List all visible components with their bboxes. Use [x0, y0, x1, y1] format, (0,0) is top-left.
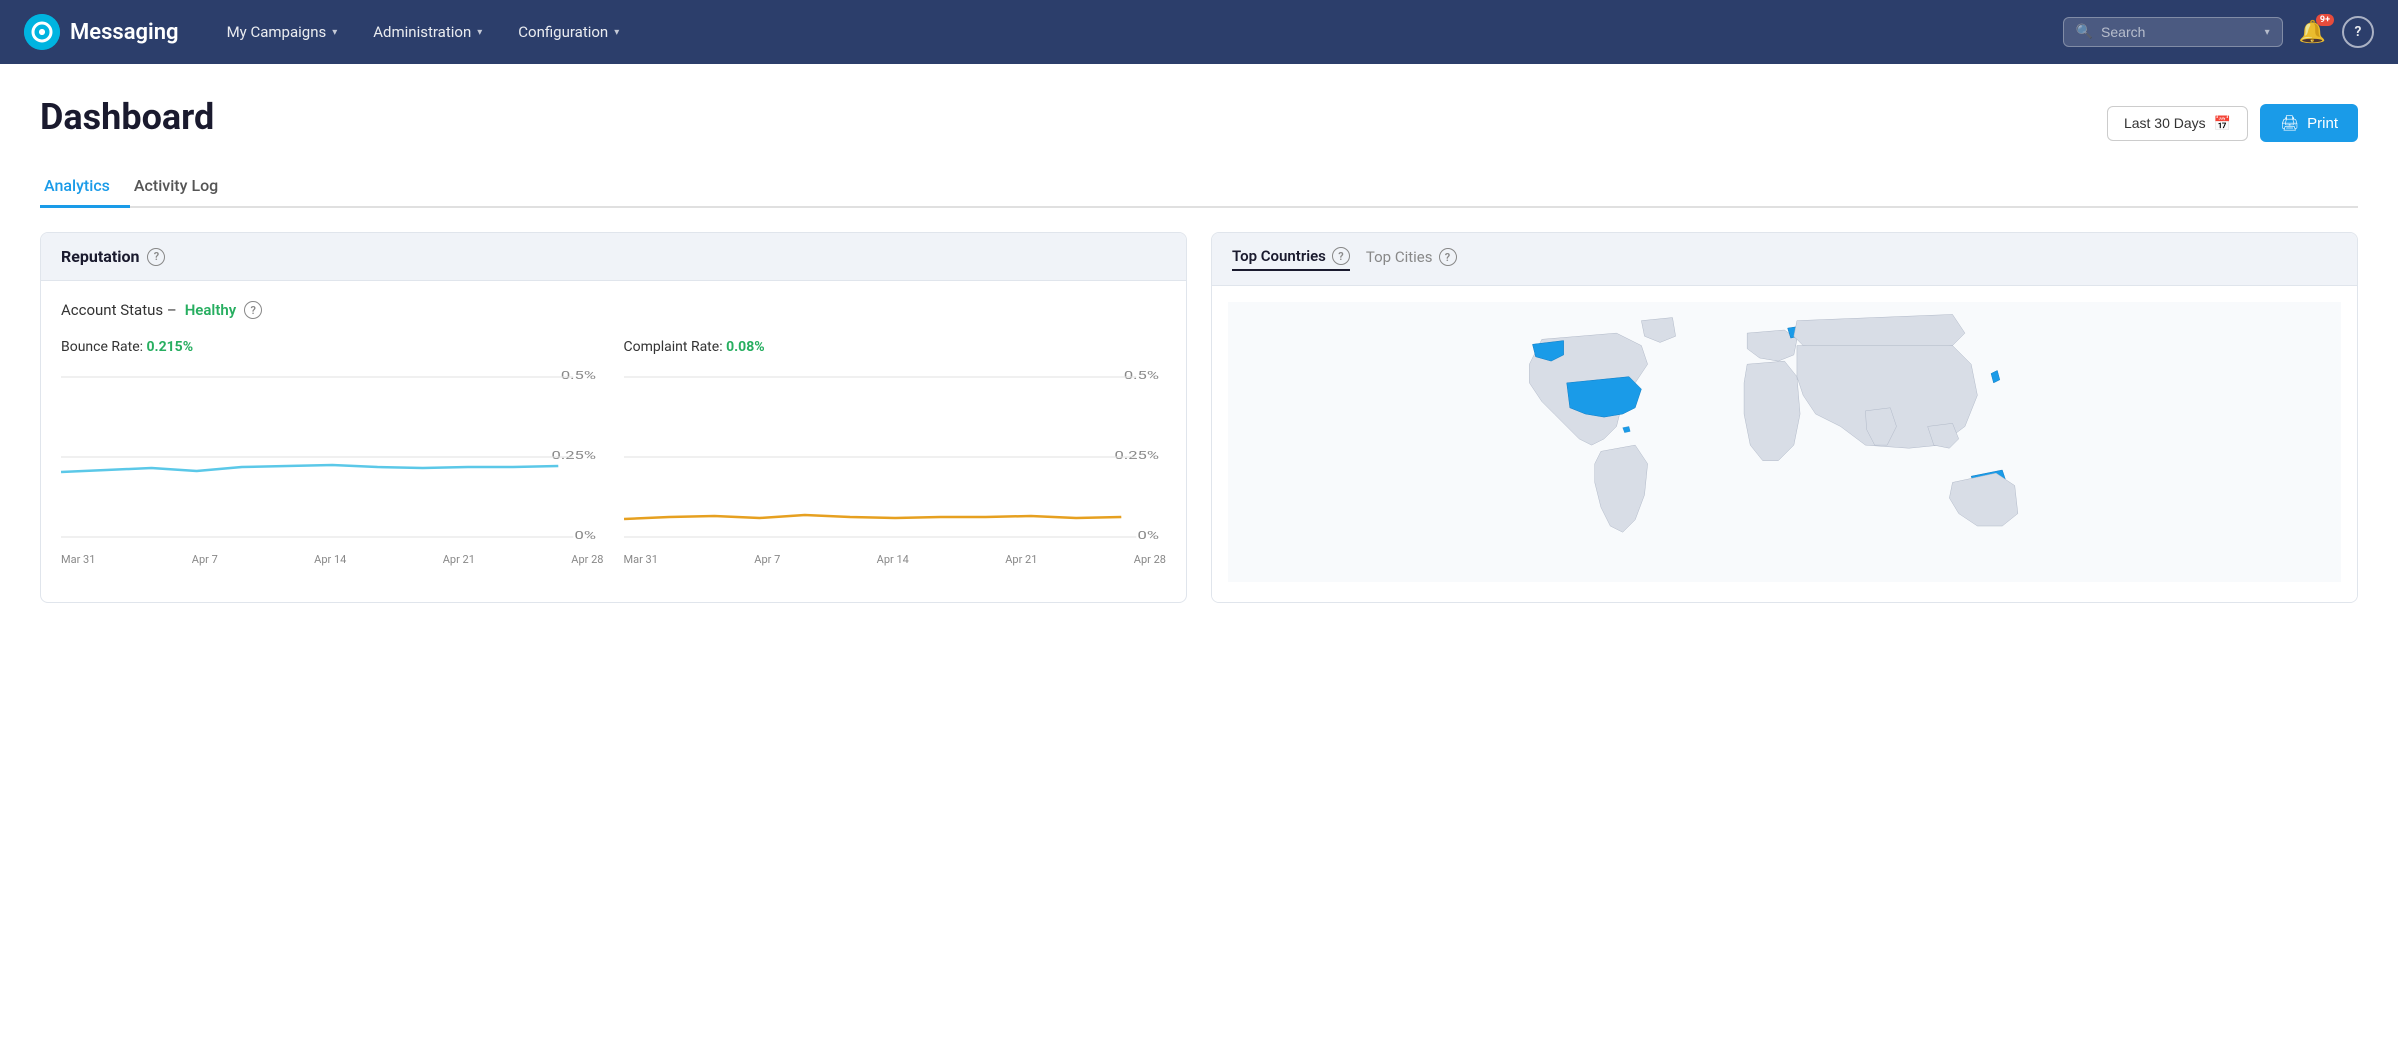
dashboard-grid: Reputation ? Account Status – Healthy ? … — [40, 232, 2358, 603]
brand-icon — [24, 14, 60, 50]
navbar: Messaging My Campaigns ▾ Administration … — [0, 0, 2398, 64]
nav-administration[interactable]: Administration ▾ — [357, 15, 498, 49]
reputation-help-icon[interactable]: ? — [147, 248, 165, 266]
header-actions: Last 30 Days 📅 🖨 Print — [2107, 104, 2358, 142]
bounce-rate-value: 0.215% — [147, 339, 194, 355]
account-status: Account Status – Healthy ? — [61, 301, 1166, 319]
top-countries-card: Top Countries ? Top Cities ? — [1211, 232, 2358, 603]
complaint-rate-svg: 0.5% 0.25% 0% — [624, 367, 1167, 547]
charts-row: Bounce Rate: 0.215% 0.5% 0.25% 0% — [61, 339, 1166, 566]
tab-top-countries[interactable]: Top Countries ? — [1232, 247, 1350, 271]
svg-text:0.5%: 0.5% — [1123, 370, 1158, 383]
map-container — [1212, 286, 2357, 602]
search-input[interactable] — [2101, 24, 2257, 40]
page-title: Dashboard — [40, 96, 214, 138]
reputation-card-body: Account Status – Healthy ? Bounce Rate: … — [41, 281, 1186, 586]
main-content: Dashboard Last 30 Days 📅 🖨 Print Analyti… — [0, 64, 2398, 1054]
tab-analytics[interactable]: Analytics — [40, 166, 130, 208]
tab-bar: Analytics Activity Log — [40, 166, 2358, 208]
account-status-value: Healthy — [185, 301, 237, 319]
chevron-down-icon: ▾ — [332, 27, 337, 38]
account-status-help-icon[interactable]: ? — [244, 301, 262, 319]
svg-text:0.25%: 0.25% — [1114, 450, 1158, 463]
date-range-label: Last 30 Days — [2124, 115, 2206, 131]
nav-campaigns[interactable]: My Campaigns ▾ — [211, 15, 354, 49]
reputation-card-header: Reputation ? — [41, 233, 1186, 281]
notification-bell[interactable]: 🔔 9+ — [2299, 20, 2326, 45]
bounce-rate-chart-area: 0.5% 0.25% 0% — [61, 367, 604, 547]
complaint-rate-label: Complaint Rate: 0.08% — [624, 339, 1167, 355]
chevron-down-icon: ▾ — [614, 27, 619, 38]
top-geo-header: Top Countries ? Top Cities ? — [1212, 233, 2357, 286]
nav-right: 🔍 ▾ 🔔 9+ ? — [2063, 16, 2374, 48]
bounce-x-labels: Mar 31 Apr 7 Apr 14 Apr 21 Apr 28 — [61, 553, 604, 566]
svg-text:0.5%: 0.5% — [561, 370, 596, 383]
chevron-down-icon: ▾ — [477, 27, 482, 38]
bounce-rate-chart: Bounce Rate: 0.215% 0.5% 0.25% 0% — [61, 339, 604, 566]
print-icon: 🖨 — [2280, 114, 2299, 132]
nav-configuration[interactable]: Configuration ▾ — [502, 15, 635, 49]
svg-text:0%: 0% — [575, 530, 596, 543]
tab-top-cities[interactable]: Top Cities ? — [1366, 248, 1457, 270]
top-cities-help-icon[interactable]: ? — [1439, 248, 1457, 266]
brand-logo[interactable]: Messaging — [24, 14, 179, 50]
bounce-rate-label: Bounce Rate: 0.215% — [61, 339, 604, 355]
bounce-rate-svg: 0.5% 0.25% 0% — [61, 367, 604, 547]
calendar-icon: 📅 — [2214, 115, 2231, 132]
nav-links: My Campaigns ▾ Administration ▾ Configur… — [211, 15, 2031, 49]
print-button[interactable]: 🖨 Print — [2260, 104, 2358, 142]
help-button[interactable]: ? — [2342, 16, 2374, 48]
svg-text:0.25%: 0.25% — [552, 450, 596, 463]
complaint-rate-value: 0.08% — [726, 339, 765, 355]
complaint-rate-chart-area: 0.5% 0.25% 0% — [624, 367, 1167, 547]
chevron-down-icon: ▾ — [2265, 27, 2270, 38]
world-map-svg — [1228, 302, 2341, 582]
page-header: Dashboard Last 30 Days 📅 🖨 Print — [40, 96, 2358, 142]
search-icon: 🔍 — [2076, 24, 2093, 40]
top-countries-help-icon[interactable]: ? — [1332, 247, 1350, 265]
svg-text:0%: 0% — [1137, 530, 1158, 543]
complaint-rate-chart: Complaint Rate: 0.08% 0.5% 0.25% 0% — [624, 339, 1167, 566]
reputation-card: Reputation ? Account Status – Healthy ? … — [40, 232, 1187, 603]
brand-name: Messaging — [70, 20, 179, 45]
tab-activity-log[interactable]: Activity Log — [130, 166, 238, 208]
reputation-title: Reputation — [61, 247, 139, 266]
search-box[interactable]: 🔍 ▾ — [2063, 17, 2283, 47]
notification-badge: 9+ — [2316, 14, 2334, 26]
date-range-picker[interactable]: Last 30 Days 📅 — [2107, 106, 2248, 141]
complaint-x-labels: Mar 31 Apr 7 Apr 14 Apr 21 Apr 28 — [624, 553, 1167, 566]
